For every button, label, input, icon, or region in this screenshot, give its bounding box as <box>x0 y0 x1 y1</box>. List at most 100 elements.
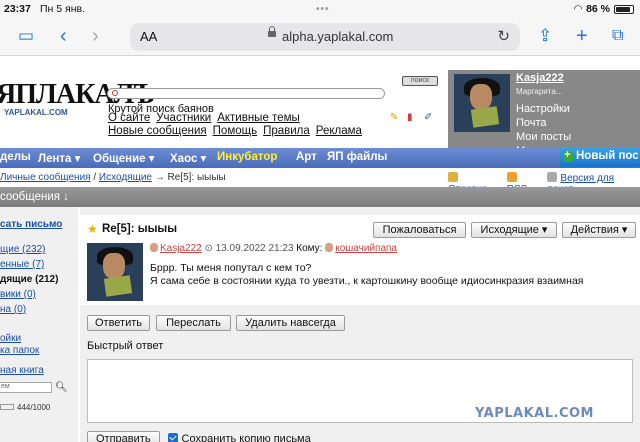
message-panel: ★ Re[5]: ыыыы Пожаловаться Исходящие ▾ Д… <box>80 207 640 442</box>
contacts-link[interactable]: ная книга <box>0 365 44 376</box>
mail-sidebar: сать письмо щие (232) енные (7) дящие (2… <box>0 207 78 442</box>
send-row: Отправить Сохранить копию письма <box>87 431 311 442</box>
recipient-icon <box>325 243 334 252</box>
delete-forever-button[interactable]: Удалить навсегда <box>236 315 345 331</box>
folders-setup-link[interactable]: ка папок <box>0 345 39 357</box>
forward-icon[interactable]: › <box>92 25 99 47</box>
menu-item-chaos[interactable]: Хаос ▾ <box>170 151 206 165</box>
settings-link-side[interactable]: ойки <box>0 333 39 345</box>
breadcrumb-messages[interactable]: Личные сообщения <box>0 172 91 183</box>
back-icon[interactable]: ‹ <box>60 25 67 47</box>
recipient-link[interactable]: кошачийпапа <box>335 243 397 254</box>
main-menu: делы Лента ▾ Общение ▾ Хаос ▾ Инкубатор … <box>0 148 640 168</box>
header-nav: О сайте Участники Активные темы Новые сооб… <box>108 112 368 138</box>
folder-outgoing[interactable]: дящие (212) <box>0 272 58 287</box>
status-bar: 23:37 Пн 5 янв. ••• ◠ 86 % <box>0 0 640 18</box>
quota-bar <box>0 404 14 410</box>
quick-reply-label: Быстрый ответ <box>87 340 164 352</box>
user-name-link[interactable]: Kasja222 <box>516 72 564 84</box>
settings-link[interactable]: Настройки <box>516 102 580 116</box>
breadcrumb-outgoing[interactable]: Исходящие <box>99 172 152 183</box>
nav-about[interactable]: О сайте <box>108 112 150 124</box>
sidebar-search-icon[interactable]: 🔍︎ <box>55 382 68 393</box>
status-date: Пн 5 янв. <box>40 3 85 15</box>
plus-icon <box>563 149 573 162</box>
section-header[interactable]: сообщения ↓ <box>0 187 640 207</box>
rss-icon <box>506 172 517 182</box>
sidebar-toggle-icon[interactable]: ▭ <box>18 25 34 47</box>
help-icon <box>448 172 458 182</box>
nav-ads[interactable]: Реклама <box>316 125 362 137</box>
bookmark-icon[interactable]: ▮ <box>407 112 418 123</box>
clock-icon: ⊙ <box>204 243 213 254</box>
reload-icon[interactable]: ↻ <box>497 27 510 45</box>
battery-icon <box>614 4 634 14</box>
menu-item-files[interactable]: ЯП файлы <box>327 151 387 163</box>
share-icon[interactable]: ⇪ <box>538 25 552 47</box>
breadcrumb: Личные сообщения / Исходящие → Re[5]: ыы… <box>0 169 640 195</box>
mail-quota: 444/1000 <box>0 403 50 412</box>
message-box: ★ Re[5]: ыыыы Пожаловаться Исходящие ▾ Д… <box>80 215 640 305</box>
sidebar-settings: ойки ка папок <box>0 333 39 357</box>
url-text[interactable]: alpha.yaplakal.com <box>282 29 393 44</box>
send-button[interactable]: Отправить <box>87 431 160 442</box>
header-icons: ✎ ▮ ✐ <box>390 112 435 123</box>
message-body: Бррр. Ты меня попутал с кем то? Я сама с… <box>150 262 584 287</box>
checkbox-checked-icon <box>167 433 178 442</box>
menu-item-feed[interactable]: Лента ▾ <box>38 151 80 165</box>
outgoing-dropdown[interactable]: Исходящие ▾ <box>471 222 557 238</box>
menu-item-community[interactable]: Общение ▾ <box>93 151 155 165</box>
battery-percent: 86 % <box>586 3 610 15</box>
new-post-button[interactable]: Новый пос <box>560 148 640 167</box>
tabs-icon[interactable]: ⧉ <box>612 25 623 47</box>
user-real-name: Маргарита... <box>516 87 563 96</box>
reply-button[interactable]: Ответить <box>87 315 150 331</box>
search-toggle-button[interactable]: поиск <box>402 76 438 86</box>
nav-members[interactable]: Участники <box>156 112 211 124</box>
watermark-logo: YAPLAKAL.COM <box>475 406 594 421</box>
sender-avatar[interactable] <box>87 243 143 301</box>
folder-trash[interactable]: на (0) <box>0 302 58 317</box>
folder-list: щие (232) енные (7) дящие (212) вики (0)… <box>0 242 58 317</box>
nav-rules[interactable]: Правила <box>263 125 310 137</box>
actions-dropdown[interactable]: Действия ▾ <box>562 222 636 238</box>
site-header: ЯПЛАКАЛЪ YAPLAKAL.COM поиск Крутой поиск… <box>0 57 640 157</box>
status-time: 23:37 <box>4 3 31 15</box>
print-icon <box>547 172 558 182</box>
sidebar-search-input[interactable]: ем <box>0 382 52 393</box>
menu-item-incubator[interactable]: Инкубатор <box>217 151 277 163</box>
save-copy-checkbox[interactable]: Сохранить копию письма <box>167 433 311 442</box>
address-bar[interactable]: AA alpha.yaplakal.com ↻ <box>130 23 520 51</box>
folder-sent[interactable]: енные (7) <box>0 257 58 272</box>
nav-help[interactable]: Помощь <box>213 125 257 137</box>
star-icon[interactable]: ★ <box>87 222 98 236</box>
folder-drafts[interactable]: вики (0) <box>0 287 58 302</box>
message-title: Re[5]: ыыыы <box>102 223 178 235</box>
message-datetime: 13.09.2022 21:23 <box>215 243 294 254</box>
breadcrumb-current: → Re[5]: ыыыы <box>154 172 226 183</box>
new-tab-icon[interactable]: + <box>576 25 588 47</box>
write-letter-link[interactable]: сать письмо <box>0 219 62 230</box>
message-meta: Kasja222 ⊙ 13.09.2022 21:23 Кому: кошачи… <box>150 243 397 254</box>
menu-item-sections[interactable]: делы <box>0 151 31 163</box>
sender-link[interactable]: Kasja222 <box>160 243 202 254</box>
pin-icon[interactable]: ✎ <box>390 112 401 123</box>
menu-item-art[interactable]: Арт <box>296 151 317 163</box>
user-icon <box>150 243 158 252</box>
my-posts-link[interactable]: Мои посты <box>516 130 580 144</box>
lock-icon <box>268 26 276 37</box>
search-input[interactable] <box>107 88 385 99</box>
mail-link[interactable]: Почта <box>516 116 580 130</box>
folder-inbox[interactable]: щие (232) <box>0 242 58 257</box>
complain-button[interactable]: Пожаловаться <box>373 222 466 238</box>
forward-button[interactable]: Переслать <box>156 315 231 331</box>
browser-toolbar: ▭ ‹ › AA alpha.yaplakal.com ↻ ⇪ + ⧉ <box>0 18 640 56</box>
search-icon <box>112 90 118 96</box>
nav-active-topics[interactable]: Активные темы <box>217 112 300 124</box>
avatar[interactable] <box>454 74 510 132</box>
multitask-dots-icon[interactable]: ••• <box>316 4 330 15</box>
reader-aa-button[interactable]: AA <box>140 29 157 44</box>
user-card: Kasja222 Маргарита... НастройкиПочта Мои… <box>448 70 640 157</box>
edit-icon[interactable]: ✐ <box>424 112 435 123</box>
nav-new-messages[interactable]: Новые сообщения <box>108 125 207 137</box>
